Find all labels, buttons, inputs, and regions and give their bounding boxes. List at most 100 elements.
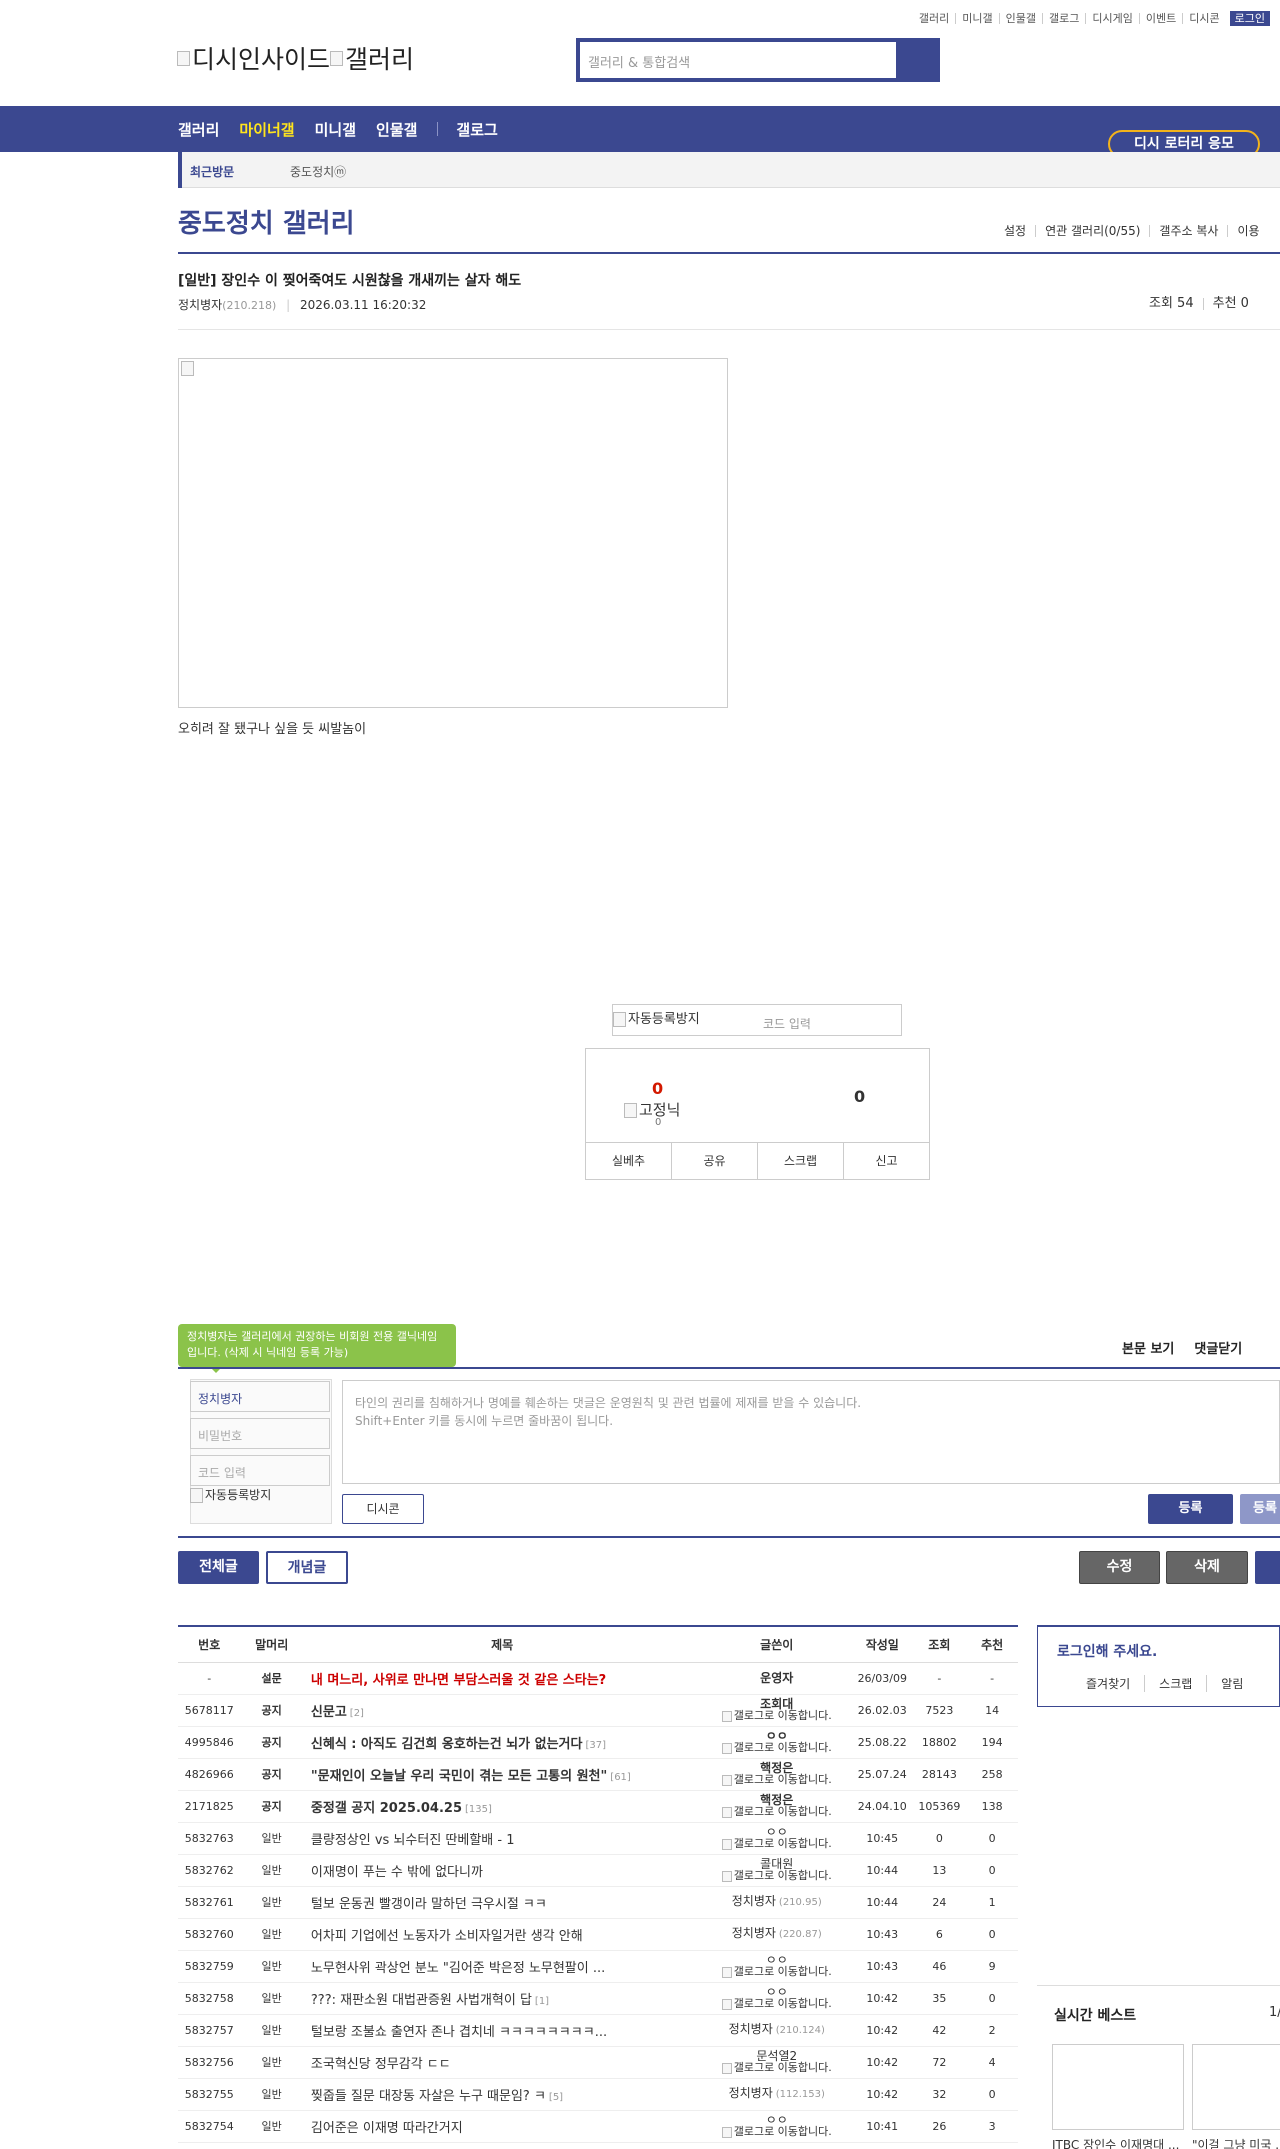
- table-row[interactable]: 5832762 일반 이재명이 푸는 수 밖에 없다니까 콜대원 갤로그로 이동합니다.…: [178, 1854, 1018, 1887]
- view-body-link[interactable]: 본문 보기: [1122, 1338, 1174, 1357]
- nav-gallery[interactable]: 갤러리: [178, 119, 219, 140]
- topnav-event[interactable]: 이벤트: [1138, 12, 1182, 24]
- row-writer[interactable]: 핵정은 갤로그로 이동합니다.: [701, 1790, 853, 1823]
- row-writer[interactable]: 문석열2 갤로그로 이동합니다.: [701, 2046, 853, 2079]
- comment-textarea[interactable]: 타인의 권리를 침해하거나 명예를 훼손하는 댓글은 운영원칙 및 관련 법률에…: [342, 1380, 1280, 1484]
- gallog-icon[interactable]: 갤로그로 이동합니다.: [701, 2126, 852, 2138]
- topnav-gallog[interactable]: 갤로그: [1042, 12, 1085, 24]
- row-title-text[interactable]: ???: 재판소원 대법관증원 사법개혁이 답: [311, 1993, 532, 2008]
- row-writer[interactable]: 정치병자 (220.87): [701, 1918, 853, 1951]
- nav-persongall[interactable]: 인물갤: [376, 119, 417, 140]
- favorites-link[interactable]: 즐겨찾기: [1038, 1675, 1144, 1692]
- topnav-dccon[interactable]: 디시콘: [1182, 12, 1225, 24]
- scrap-button[interactable]: 스크랩: [757, 1143, 843, 1180]
- row-writer[interactable]: ㅇㅇ 갤로그로 이동합니다.: [701, 1726, 853, 1759]
- row-title[interactable]: 클량정상인 vs 뇌수터진 딴베할배 - 1: [302, 1822, 702, 1855]
- search-button[interactable]: [896, 38, 940, 82]
- table-row[interactable]: 5832756 일반 조국혁신당 정무감각 ㄷㄷ 문석열2 갤로그로 이동합니다. 10:…: [178, 2046, 1018, 2079]
- table-row[interactable]: 2171825 공지 중정갤 공지 2025.04.25 [135] 핵정은 갤로그로 이…: [178, 1790, 1018, 1823]
- row-title[interactable]: 찢줍들 질문 대장동 자살은 누구 때문임? ㅋ [5]: [302, 2078, 702, 2111]
- all-posts-button[interactable]: 전체글: [178, 1551, 259, 1584]
- row-title[interactable]: ???: 재판소원 대법관증원 사법개혁이 답 [1]: [302, 1982, 702, 2015]
- row-title[interactable]: 중정갤 공지 2025.04.25 [135]: [302, 1790, 702, 1823]
- row-title[interactable]: 내 며느리, 사위로 만나면 부담스러울 것 같은 스타는?: [302, 1662, 702, 1695]
- table-row[interactable]: 5832754 일반 김어준은 이재명 따라간거지 ㅇㅇ 갤로그로 이동합니다. 10:4…: [178, 2110, 1018, 2143]
- table-row[interactable]: 5678117 공지 신문고 [2] 조회대 갤로그로 이동합니다. 26.02.03 752…: [178, 1694, 1018, 1727]
- writer-name[interactable]: 정치병자: [732, 1894, 776, 1908]
- row-title-text[interactable]: 신문고: [311, 1705, 347, 1720]
- row-title-text[interactable]: 조국혁신당 정무감각 ㄷㄷ: [311, 2057, 451, 2072]
- share-button[interactable]: 공유: [671, 1143, 757, 1180]
- row-title-text[interactable]: 털보랑 조불쇼 출연자 존나 겹치네 ㅋㅋㅋㅋㅋㅋㅋㅋ...: [311, 2025, 607, 2040]
- reply-count[interactable]: [37]: [585, 1740, 606, 1751]
- gallog-icon[interactable]: 갤로그로 이동합니다.: [701, 1774, 852, 1786]
- table-row[interactable]: 5832755 일반 찢줍들 질문 대장동 자살은 누구 때문임? ㅋ [5] 정치병자…: [178, 2078, 1018, 2111]
- write-button[interactable]: [1255, 1551, 1280, 1584]
- gallog-icon[interactable]: 갤로그로 이동합니다.: [701, 1966, 852, 1978]
- login-button[interactable]: 로그인: [1229, 10, 1270, 26]
- delete-button[interactable]: 삭제: [1166, 1551, 1248, 1584]
- comment-code-input[interactable]: 코드 입력: [190, 1455, 330, 1486]
- row-title-text[interactable]: 중정갤 공지 2025.04.25: [311, 1801, 462, 1816]
- row-title[interactable]: 이재명이 푸는 수 밖에 없다니까: [302, 1854, 702, 1887]
- row-writer[interactable]: 운영자: [701, 1662, 853, 1695]
- best-caption-1[interactable]: JTBC 장인수 이재명대 ...: [1052, 2136, 1179, 2149]
- row-title[interactable]: 김어준은 이재명 따라간거지: [302, 2110, 702, 2143]
- concept-posts-button[interactable]: 개념글: [266, 1551, 348, 1584]
- copy-gallery-address[interactable]: 갤주소 복사: [1149, 225, 1227, 237]
- gallery-title[interactable]: 중도정치 갤러리: [178, 203, 355, 240]
- reply-count[interactable]: [1]: [535, 1996, 549, 2007]
- row-title[interactable]: 조국혁신당 정무감각 ㄷㄷ: [302, 2046, 702, 2079]
- nickname-input[interactable]: 정치병자: [190, 1381, 330, 1412]
- login-prompt[interactable]: 로그인해 주세요.: [1057, 1641, 1157, 1661]
- row-title-text[interactable]: 찢줍들 질문 대장동 자살은 누구 때문임? ㅋ: [311, 2089, 546, 2104]
- gallog-icon[interactable]: 갤로그로 이동합니다.: [701, 1870, 852, 1882]
- row-title[interactable]: 노무현사위 곽상언 분노 "김어준 박은정 노무현팔이 ...: [302, 1950, 702, 1983]
- nav-minorgall[interactable]: 마이너갤: [239, 119, 294, 140]
- table-row[interactable]: 5832757 일반 털보랑 조불쇼 출연자 존나 겹치네 ㅋㅋㅋㅋㅋㅋㅋㅋ... 정…: [178, 2014, 1018, 2047]
- gallog-icon[interactable]: 갤로그로 이동합니다.: [701, 2062, 852, 2074]
- row-title-text[interactable]: 어차피 기업에선 노동자가 소비자일거란 생각 안해: [311, 1929, 583, 1944]
- row-title[interactable]: 어차피 기업에선 노동자가 소비자일거란 생각 안해: [302, 1918, 702, 1951]
- best-thumb-2[interactable]: [1192, 2044, 1280, 2130]
- nav-minigall[interactable]: 미니갤: [315, 119, 356, 140]
- reply-count[interactable]: [135]: [465, 1804, 492, 1815]
- row-writer[interactable]: 핵정은 갤로그로 이동합니다.: [701, 1758, 853, 1791]
- row-title-text[interactable]: 노무현사위 곽상언 분노 "김어준 박은정 노무현팔이 ...: [311, 1961, 605, 1976]
- row-title-text[interactable]: "문재인이 오늘날 우리 국민이 겪는 모든 고통의 원천": [311, 1769, 607, 1784]
- post-author[interactable]: 정치병자: [178, 298, 222, 312]
- row-title[interactable]: 신문고 [2]: [302, 1694, 702, 1727]
- password-input[interactable]: 비밀번호: [190, 1418, 330, 1449]
- nav-gallog[interactable]: 갤로그: [456, 119, 497, 140]
- close-comments-link[interactable]: 댓글닫기: [1194, 1338, 1242, 1357]
- topnav-persongall[interactable]: 인물갤: [998, 12, 1042, 24]
- upvote-button[interactable]: 고정닉: [624, 1099, 680, 1120]
- reply-count[interactable]: [61]: [610, 1772, 631, 1783]
- row-writer[interactable]: ㅇㅇ 갤로그로 이동합니다.: [701, 2110, 853, 2143]
- writer-name[interactable]: 정치병자: [729, 2022, 773, 2036]
- table-row[interactable]: 5832760 일반 어차피 기업에선 노동자가 소비자일거란 생각 안해 정치병자(…: [178, 1918, 1018, 1951]
- row-title-text[interactable]: 내 며느리, 사위로 만나면 부담스러울 것 같은 스타는?: [311, 1673, 606, 1688]
- row-writer[interactable]: ㅇㅇ 갤로그로 이동합니다.: [701, 1822, 853, 1855]
- topnav-minigall[interactable]: 미니갤: [955, 12, 998, 24]
- row-title-text[interactable]: 털보 운동권 빨갱이라 말하던 극우시절 ㅋㅋ: [311, 1897, 547, 1912]
- row-writer[interactable]: 콜대원 갤로그로 이동합니다.: [701, 1854, 853, 1887]
- row-writer[interactable]: 조회대 갤로그로 이동합니다.: [701, 1694, 853, 1727]
- gallog-icon[interactable]: 갤로그로 이동합니다.: [701, 1998, 852, 2010]
- gallog-icon[interactable]: 갤로그로 이동합니다.: [701, 1710, 852, 1722]
- row-writer[interactable]: ㅇㅇ 갤로그로 이동합니다.: [701, 1950, 853, 1983]
- dccon-button[interactable]: 디시콘: [342, 1494, 424, 1524]
- table-row[interactable]: 5832759 일반 노무현사위 곽상언 분노 "김어준 박은정 노무현팔이 ...…: [178, 1950, 1018, 1983]
- row-title[interactable]: 털보랑 조불쇼 출연자 존나 겹치네 ㅋㅋㅋㅋㅋㅋㅋㅋ...: [302, 2014, 702, 2047]
- realbest-button[interactable]: 실베추: [586, 1143, 671, 1180]
- table-row[interactable]: 4826966 공지 "문재인이 오늘날 우리 국민이 겪는 모든 고통의 원천"[…: [178, 1758, 1018, 1791]
- site-logo[interactable]: 디시인사이드 갤러리: [177, 40, 414, 76]
- search-input[interactable]: 갤러리 & 통합검색: [580, 42, 896, 78]
- recent-gallery-link[interactable]: 중도정치ⓜ: [290, 163, 346, 180]
- edit-button[interactable]: 수정: [1079, 1551, 1160, 1584]
- writer-name[interactable]: 정치병자: [729, 2086, 773, 2100]
- related-galleries[interactable]: 연관 갤러리(0/55): [1035, 225, 1149, 237]
- report-button[interactable]: 신고: [843, 1143, 929, 1180]
- best-thumb-1[interactable]: [1052, 2044, 1184, 2130]
- row-writer[interactable]: 정치병자 (210.95): [701, 1886, 853, 1919]
